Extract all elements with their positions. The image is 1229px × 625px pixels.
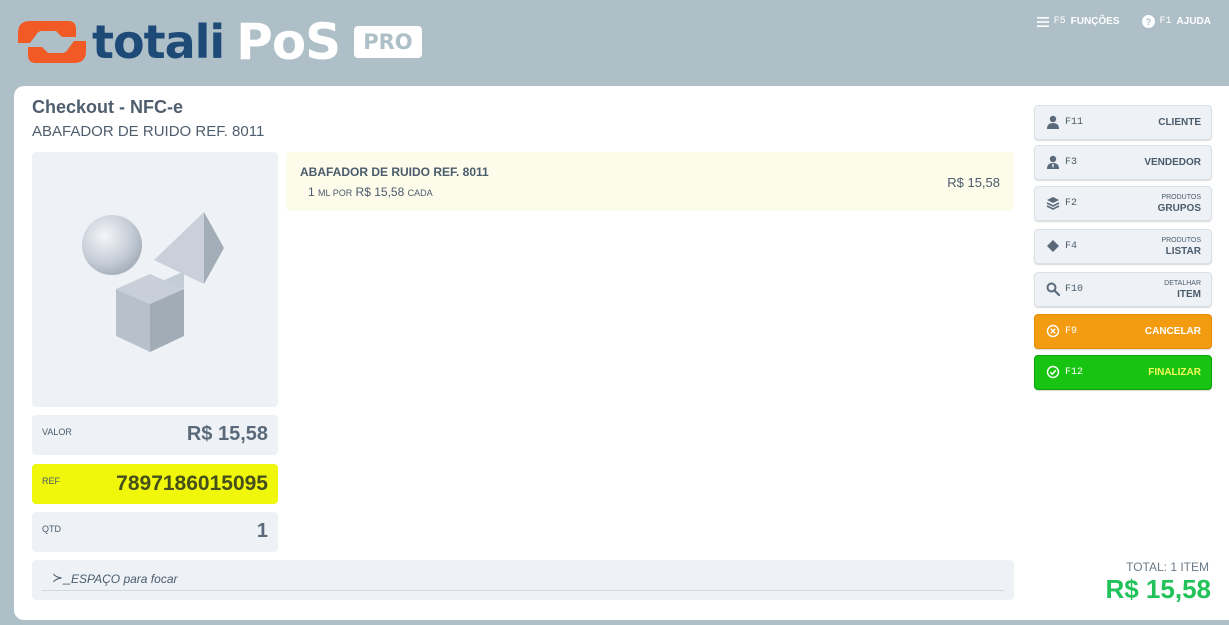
cancel-label: CANCELAR [1144,326,1201,337]
logo-wordmark: totali [92,15,225,69]
layers-icon [1046,197,1060,210]
item-price: R$ 15,58 [947,175,1000,190]
seller-key: F3 [1065,157,1078,168]
qtd-value: 1 [256,520,268,542]
help-button[interactable]: ? F1 AJUDA [1141,15,1211,28]
help-label: AJUDA [1176,16,1211,27]
product-groups-label: PRODUTOS GRUPOS [1158,192,1201,214]
app-header: totali PoS PRO F5 FUNÇÕES ? F1 AJUDA [0,0,1229,86]
logo-pos-text: PoS [236,13,341,71]
help-key: F1 [1159,16,1172,27]
list-item[interactable]: ABAFADOR DE RUIDO REF. 8011 1 ML POR R$ … [286,152,1014,211]
terminal-prompt-icon: ≻_ [52,570,71,585]
item-detail-key: F10 [1065,284,1084,295]
product-image-placeholder [32,152,278,407]
seller-icon [1047,155,1059,169]
item-qty: 1 [308,185,315,199]
product-list-label: PRODUTOS LISTAR [1161,235,1201,257]
user-icon [1047,115,1059,129]
command-underline [42,590,1004,591]
functions-label: FUNÇÕES [1070,16,1120,27]
item-detail: 1 ML POR R$ 15,58 CADA [308,185,433,199]
client-label: CLIENTE [1158,117,1201,128]
product-groups-label-main: GRUPOS [1157,203,1201,214]
cancel-key: F9 [1065,326,1078,337]
check-icon [1046,365,1060,379]
shapes-placeholder-icon [82,212,224,352]
search-icon [1046,282,1060,296]
page-title: Checkout - NFC-e [32,97,184,117]
item-cada: CADA [407,188,433,198]
valor-field: VALOR R$ 15,58 [32,415,278,455]
seller-button[interactable]: F3 VENDEDOR [1034,145,1212,180]
checkout-card: Checkout - NFC-e ABAFADOR DE RUIDO REF. … [14,86,1229,620]
product-list-button[interactable]: F4 PRODUTOS LISTAR [1034,229,1212,264]
qtd-label: QTD [42,524,61,534]
finalize-button[interactable]: F12 FINALIZAR [1034,355,1212,390]
client-button[interactable]: F11 CLIENTE [1034,105,1212,140]
product-list-label-main: LISTAR [1165,246,1201,257]
totali-logo: totali PoS PRO [16,14,422,70]
top-actions: F5 FUNÇÕES ? F1 AJUDA [1036,15,1211,28]
total-value: R$ 15,58 [1105,574,1211,604]
logo-mark-icon [16,17,88,67]
ref-label: REF [42,476,60,486]
product-groups-key: F2 [1065,198,1078,209]
item-name: ABAFADOR DE RUIDO REF. 8011 [300,165,489,179]
menu-icon [1036,16,1049,27]
ref-value: 7897186015095 [116,472,268,495]
product-list-label-small: PRODUTOS [1161,237,1201,244]
functions-key: F5 [1053,16,1066,27]
ref-field[interactable]: REF 7897186015095 [32,464,278,504]
client-key: F11 [1065,117,1084,128]
cancel-icon [1046,324,1060,338]
current-product-name: ABAFADOR DE RUIDO REF. 8011 [32,123,265,140]
svg-text:?: ? [1145,17,1151,27]
valor-value: R$ 15,58 [186,423,268,445]
help-icon: ? [1141,15,1155,28]
qtd-field[interactable]: QTD 1 [32,512,278,552]
finalize-key: F12 [1065,367,1084,378]
logo-pro-badge: PRO [354,26,422,58]
command-placeholder: ESPAÇO para focar [71,572,178,586]
diamond-icon [1047,240,1059,252]
product-list-key: F4 [1065,241,1078,252]
item-detail-label: DETALHAR ITEM [1164,278,1201,300]
item-unit: ML POR [318,188,353,198]
seller-label: VENDEDOR [1144,157,1201,168]
finalize-label: FINALIZAR [1148,367,1201,378]
item-unit-price: R$ 15,58 [355,185,405,199]
functions-button[interactable]: F5 FUNÇÕES [1036,16,1120,27]
valor-label: VALOR [42,427,72,437]
item-detail-label-small: DETALHAR [1164,280,1201,287]
product-groups-button[interactable]: F2 PRODUTOS GRUPOS [1034,186,1212,221]
total-label: TOTAL: 1 ITEM [1126,560,1209,574]
cancel-button[interactable]: F9 CANCELAR [1034,314,1212,349]
command-input[interactable]: ≻_ ESPAÇO para focar [32,560,1014,600]
item-detail-label-main: ITEM [1177,289,1201,300]
product-groups-label-small: PRODUTOS [1161,194,1201,201]
item-detail-button[interactable]: F10 DETALHAR ITEM [1034,272,1212,307]
